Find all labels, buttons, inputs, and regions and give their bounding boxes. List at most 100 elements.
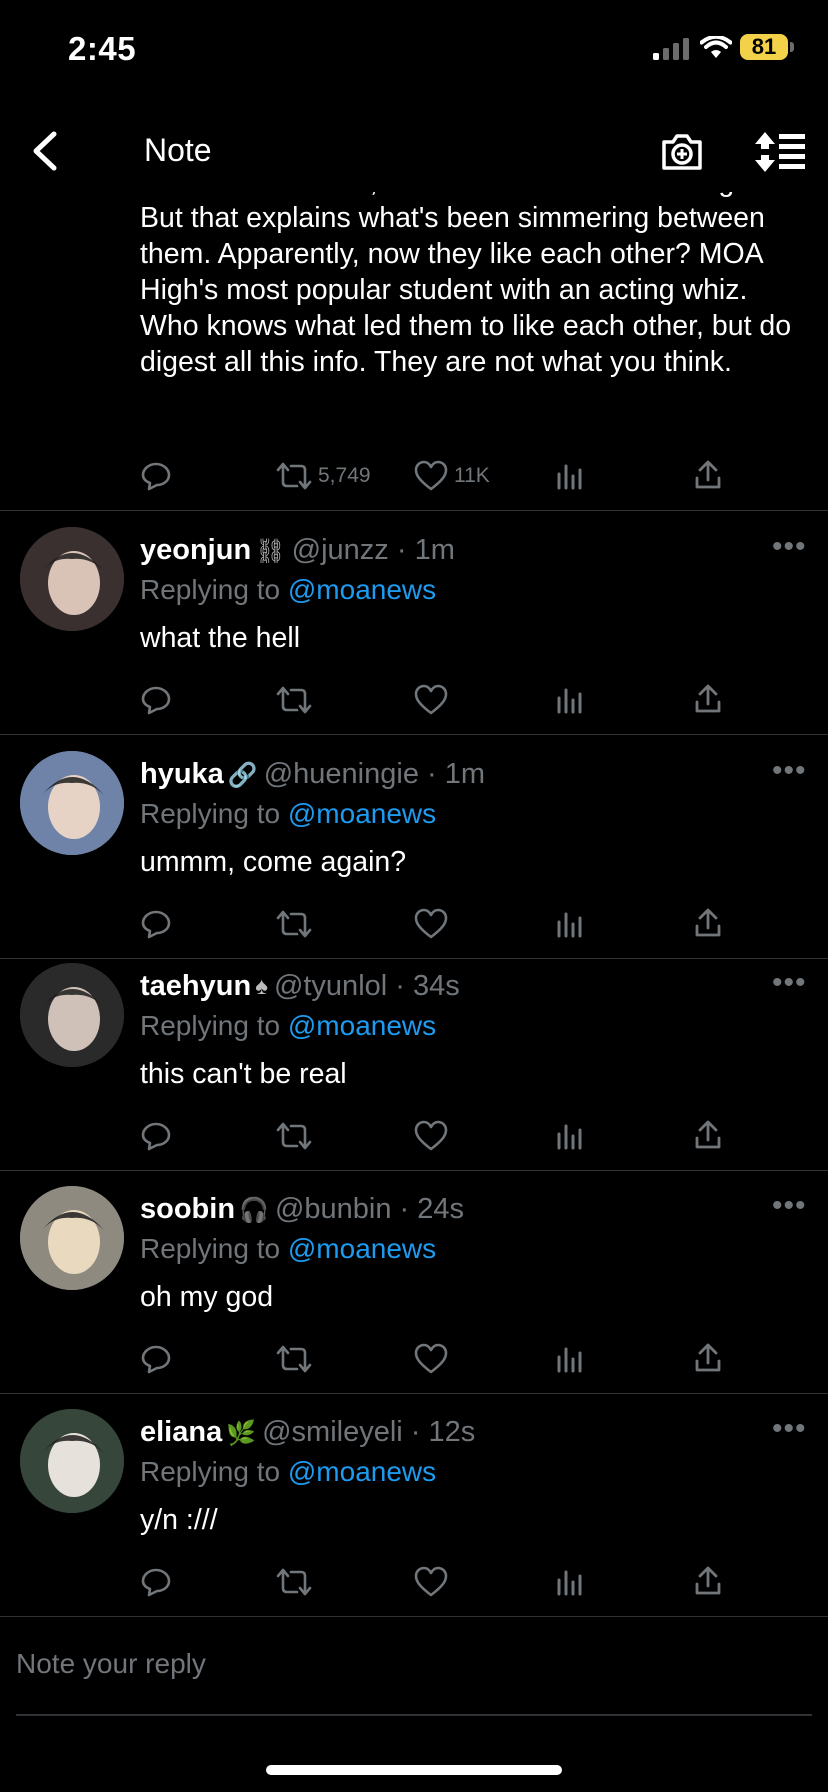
share-button[interactable] — [694, 1343, 722, 1373]
display-name[interactable]: soobin — [140, 1193, 235, 1225]
more-options-icon[interactable]: ••• — [772, 1189, 807, 1223]
heart-icon — [414, 684, 448, 715]
timestamp: 1m — [414, 534, 455, 566]
more-options-icon[interactable]: ••• — [772, 530, 807, 564]
retweet-icon — [276, 686, 312, 714]
share-button[interactable] — [694, 908, 722, 938]
display-name[interactable]: yeonjun — [140, 534, 251, 566]
replying-to-handle[interactable]: @moanews — [288, 1010, 436, 1041]
retweet-button[interactable]: 5,749 — [276, 460, 371, 492]
reply-header: taehyun ♠ @tyunlol · 34s — [140, 970, 460, 1002]
reply-button[interactable] — [140, 1343, 172, 1375]
replying-to: Replying to @moanews — [140, 1233, 436, 1265]
divider — [0, 1393, 828, 1394]
retweet-count: 5,749 — [318, 464, 371, 487]
analytics-icon — [557, 1347, 582, 1373]
reply-button[interactable] — [140, 684, 172, 716]
avatar[interactable] — [20, 751, 124, 855]
analytics-button[interactable] — [556, 908, 584, 938]
share-button[interactable] — [694, 684, 722, 714]
display-name[interactable]: taehyun — [140, 970, 251, 1002]
retweet-button[interactable] — [276, 1120, 312, 1152]
retweet-button[interactable] — [276, 1343, 312, 1375]
replying-to-handle[interactable]: @moanews — [288, 798, 436, 829]
user-handle[interactable]: @tyunlol — [274, 970, 387, 1002]
user-handle[interactable]: @junzz — [292, 534, 389, 566]
avatar-image — [20, 963, 124, 1067]
back-arrow-icon[interactable] — [26, 128, 66, 174]
retweet-button[interactable] — [276, 1566, 312, 1598]
reply-text: this can't be real — [140, 1058, 347, 1090]
reply-button[interactable] — [140, 1566, 172, 1598]
share-icon — [695, 1566, 721, 1595]
main-tweet-actions: 5,749 11K — [140, 460, 722, 496]
replying-to-handle[interactable]: @moanews — [288, 1456, 436, 1487]
camera-icon[interactable] — [660, 130, 704, 174]
share-button[interactable] — [694, 1566, 722, 1596]
reply-input[interactable]: Note your reply — [16, 1648, 206, 1680]
timestamp: 12s — [428, 1416, 476, 1448]
share-button[interactable] — [694, 460, 722, 490]
reply-input-underline — [16, 1714, 812, 1716]
like-button[interactable] — [414, 1343, 448, 1375]
user-handle[interactable]: @hueningie — [264, 758, 419, 790]
name-badge-icon: 🎧 — [239, 1196, 269, 1224]
analytics-button[interactable] — [556, 1343, 584, 1373]
reply-icon — [141, 1345, 171, 1374]
heart-icon — [414, 1343, 448, 1374]
reply-text: what the hell — [140, 622, 301, 654]
more-options-icon[interactable]: ••• — [772, 966, 807, 1000]
retweet-icon — [276, 1568, 312, 1596]
avatar-image — [20, 1186, 124, 1290]
divider — [0, 958, 828, 959]
more-options-icon[interactable]: ••• — [772, 754, 807, 788]
reply-icon — [141, 1122, 171, 1151]
reply-button[interactable] — [140, 1120, 172, 1152]
timestamp: 1m — [444, 758, 486, 790]
reply-text: oh my god — [140, 1281, 274, 1313]
avatar[interactable] — [20, 1186, 124, 1290]
display-name[interactable]: eliana — [140, 1416, 222, 1448]
reply-actions — [140, 684, 722, 720]
share-icon — [695, 460, 721, 489]
like-button[interactable] — [414, 1566, 448, 1598]
divider — [0, 510, 828, 511]
replying-to-handle[interactable]: @moanews — [288, 574, 436, 605]
display-name[interactable]: hyuka — [140, 758, 224, 790]
reply-text: y/n :/// — [140, 1504, 218, 1536]
home-indicator[interactable] — [266, 1765, 562, 1775]
retweet-button[interactable] — [276, 908, 312, 940]
avatar[interactable] — [20, 527, 124, 631]
like-button[interactable]: 11K — [414, 460, 490, 492]
retweet-button[interactable] — [276, 684, 312, 716]
share-button[interactable] — [694, 1120, 722, 1150]
analytics-button[interactable] — [556, 1120, 584, 1150]
sort-icon[interactable] — [755, 130, 807, 174]
reply-text: ummm, come again? — [140, 846, 407, 878]
timestamp: 34s — [413, 970, 460, 1002]
like-button[interactable] — [414, 1120, 448, 1152]
avatar[interactable] — [20, 1409, 124, 1513]
user-handle[interactable]: @bunbin — [275, 1193, 392, 1225]
reply-button[interactable] — [140, 460, 172, 492]
share-icon — [695, 908, 721, 937]
analytics-button[interactable] — [556, 1566, 584, 1596]
replying-to-label: Replying to — [140, 1010, 281, 1041]
replying-to-label: Replying to — [140, 574, 281, 605]
analytics-button[interactable] — [556, 684, 584, 714]
heart-icon — [414, 1566, 448, 1597]
like-button[interactable] — [414, 684, 448, 716]
analytics-button[interactable] — [556, 460, 584, 490]
heart-icon — [414, 908, 448, 939]
user-handle[interactable]: @smileyeli — [262, 1416, 403, 1448]
replying-to-label: Replying to — [140, 1233, 281, 1264]
retweet-icon — [276, 1345, 312, 1373]
page-title: Note — [144, 132, 212, 168]
more-options-icon[interactable]: ••• — [772, 1412, 807, 1446]
replying-to-handle[interactable]: @moanews — [288, 1233, 436, 1264]
like-button[interactable] — [414, 908, 448, 940]
divider — [0, 1170, 828, 1171]
reply-button[interactable] — [140, 908, 172, 940]
avatar[interactable] — [20, 963, 124, 1067]
share-icon — [695, 684, 721, 713]
